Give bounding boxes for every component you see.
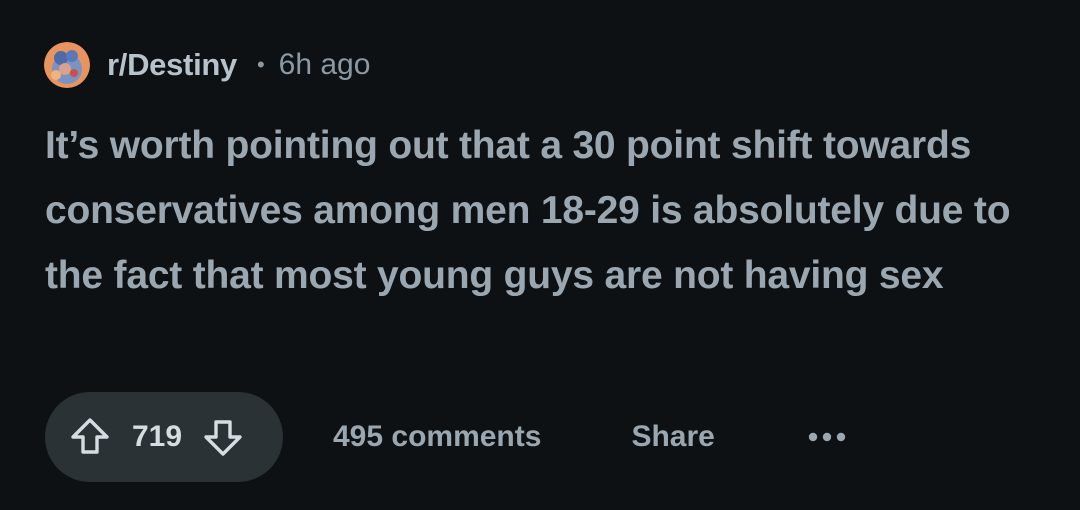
- share-button[interactable]: Share: [631, 420, 714, 454]
- more-options-icon[interactable]: [807, 431, 847, 443]
- post-text[interactable]: It’s worth pointing out that a 30 point …: [45, 113, 1035, 308]
- action-bar: 719 495 comments Share: [45, 392, 847, 482]
- comments-button[interactable]: 495 comments: [333, 420, 541, 454]
- separator-dot: •: [256, 52, 265, 77]
- avatar-image: [44, 42, 90, 88]
- upvote-arrow-icon[interactable]: [67, 414, 113, 460]
- post-age: 6h ago: [278, 48, 371, 81]
- subreddit-avatar[interactable]: [44, 42, 90, 88]
- post-header: r/Destiny • 6h ago: [44, 42, 370, 88]
- downvote-arrow-icon[interactable]: [200, 414, 246, 460]
- vote-pill: 719: [45, 392, 283, 482]
- subreddit-name[interactable]: r/Destiny: [107, 47, 237, 83]
- vote-score: 719: [132, 420, 183, 453]
